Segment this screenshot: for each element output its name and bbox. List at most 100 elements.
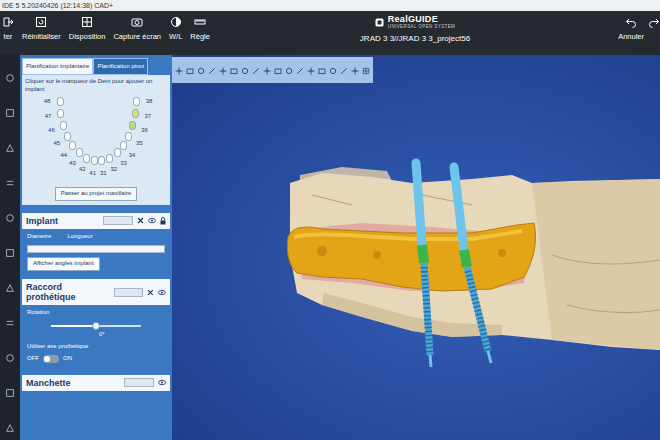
square-icon	[5, 108, 15, 118]
view-tool-button[interactable]	[252, 58, 260, 82]
tooth-marker[interactable]	[98, 156, 105, 165]
tooth-marker[interactable]	[129, 121, 136, 130]
tooth-marker[interactable]	[83, 154, 90, 163]
rotation-knob[interactable]	[92, 322, 100, 330]
rail-button[interactable]	[5, 65, 15, 89]
view-tool-button[interactable]	[285, 58, 293, 82]
view-tool-button[interactable]	[219, 58, 227, 82]
tooth-marker[interactable]	[114, 148, 121, 157]
toggle-on-label: ON	[63, 355, 72, 363]
tool-icon	[296, 67, 304, 75]
rail-button[interactable]	[5, 275, 15, 299]
eye-icon[interactable]	[148, 217, 156, 224]
tooth-marker[interactable]	[57, 97, 64, 106]
field-label: Diametre	[27, 233, 51, 241]
tooth-marker[interactable]	[76, 148, 83, 157]
planning-tab[interactable]: Planification implantaire	[22, 58, 93, 75]
view-tool-button[interactable]	[208, 58, 216, 82]
rotation-reading: 0°	[51, 331, 105, 339]
toolbar-button[interactable]: ter	[2, 16, 14, 41]
tooth-marker[interactable]	[69, 141, 76, 150]
rotate-icon	[329, 67, 337, 75]
toolbar-label: ter	[4, 32, 13, 41]
view-tool-button[interactable]	[241, 58, 249, 82]
rail-button[interactable]	[5, 345, 15, 369]
toolbar-label: Capture écran	[113, 32, 161, 41]
rotate-icon	[197, 67, 205, 75]
field-label: Longueur	[67, 233, 92, 241]
tool-icon	[252, 67, 260, 75]
tooth-marker[interactable]	[120, 141, 127, 150]
3d-viewport[interactable]	[172, 55, 660, 440]
tooth-marker[interactable]	[125, 132, 132, 141]
view-tool-button[interactable]	[307, 58, 315, 82]
view-icon	[230, 67, 238, 75]
planning-tab[interactable]: Planification pivot	[93, 58, 148, 75]
sleeve-header: Manchette	[22, 375, 170, 391]
tab-bar: Planification implantairePlanification p…	[22, 58, 170, 75]
rail-button[interactable]	[5, 100, 15, 124]
toolbar-button[interactable]: Réinitialiser	[22, 16, 61, 41]
view-tool-button[interactable]	[175, 58, 183, 82]
tooth-marker[interactable]	[106, 154, 113, 163]
rail-button[interactable]	[5, 135, 15, 159]
view-tool-button[interactable]	[274, 58, 282, 82]
tooth-marker[interactable]	[133, 97, 140, 106]
tooth-marker[interactable]	[60, 121, 67, 130]
rail-button[interactable]	[5, 310, 15, 334]
redo-button[interactable]	[648, 16, 660, 41]
view-tool-button[interactable]	[230, 58, 238, 82]
tooth-marker[interactable]	[64, 132, 71, 141]
tooth-marker[interactable]	[57, 109, 64, 118]
implant-field[interactable]	[103, 216, 133, 225]
ruler-icon	[194, 16, 206, 28]
view-tool-button[interactable]	[296, 58, 304, 82]
implant-header: Implant	[22, 213, 170, 229]
logo-tagline: UNIVERSAL OPEN SYSTEM	[388, 25, 456, 30]
eye-icon[interactable]	[158, 379, 166, 386]
eye-icon[interactable]	[158, 289, 166, 296]
jaw-model[interactable]	[172, 55, 660, 440]
tooth-marker[interactable]	[91, 156, 98, 165]
rotation-slider[interactable]	[51, 325, 141, 327]
close-icon[interactable]	[147, 289, 154, 296]
lock-icon[interactable]	[160, 217, 166, 225]
jaw-button[interactable]: Passer au projet maxillaire	[55, 187, 138, 201]
view-tool-button[interactable]	[318, 58, 326, 82]
rail-button[interactable]	[5, 205, 15, 229]
tooth-number: 44	[61, 152, 68, 158]
implant-input[interactable]	[27, 245, 165, 253]
move-icon	[263, 67, 271, 75]
toolbar-button[interactable]: Disposition	[69, 16, 106, 41]
toolbar-label: Réinitialiser	[22, 32, 61, 41]
view-tool-button[interactable]	[197, 58, 205, 82]
tooth-number: 45	[53, 140, 60, 146]
toolbar-button[interactable]: Règle	[190, 16, 210, 41]
rail-button[interactable]	[5, 415, 15, 439]
view-tool-button[interactable]	[351, 58, 359, 82]
view-tool-button[interactable]	[329, 58, 337, 82]
view-tool-button[interactable]	[186, 58, 194, 82]
chart-hint: Cliquer sur le marqueur de Dent pour ajo…	[25, 78, 167, 93]
view-tool-button[interactable]	[362, 58, 370, 82]
sleeve-field[interactable]	[124, 378, 154, 387]
toolbar-button[interactable]: Capture écran	[113, 16, 161, 41]
layout-icon	[81, 16, 93, 28]
view-tool-button[interactable]	[263, 58, 271, 82]
view-toolbar	[172, 57, 373, 83]
toolbar-button[interactable]: W/L	[169, 16, 182, 41]
move-icon	[175, 67, 183, 75]
view-tool-button[interactable]	[340, 58, 348, 82]
rail-button[interactable]	[5, 240, 15, 264]
axis-switch[interactable]	[43, 355, 59, 363]
logo-icon	[375, 18, 384, 27]
tooth-marker[interactable]	[132, 109, 139, 118]
tooth-number: 34	[129, 152, 136, 158]
undo-button[interactable]: Annuler	[618, 16, 644, 41]
rail-button[interactable]	[5, 380, 15, 404]
connector-field[interactable]	[114, 288, 143, 297]
close-icon[interactable]	[137, 217, 144, 224]
axis-label: Utiliser axe prothétique	[27, 343, 165, 351]
rail-button[interactable]	[5, 170, 15, 194]
angles-button[interactable]: Afficher angles implant	[27, 257, 100, 271]
